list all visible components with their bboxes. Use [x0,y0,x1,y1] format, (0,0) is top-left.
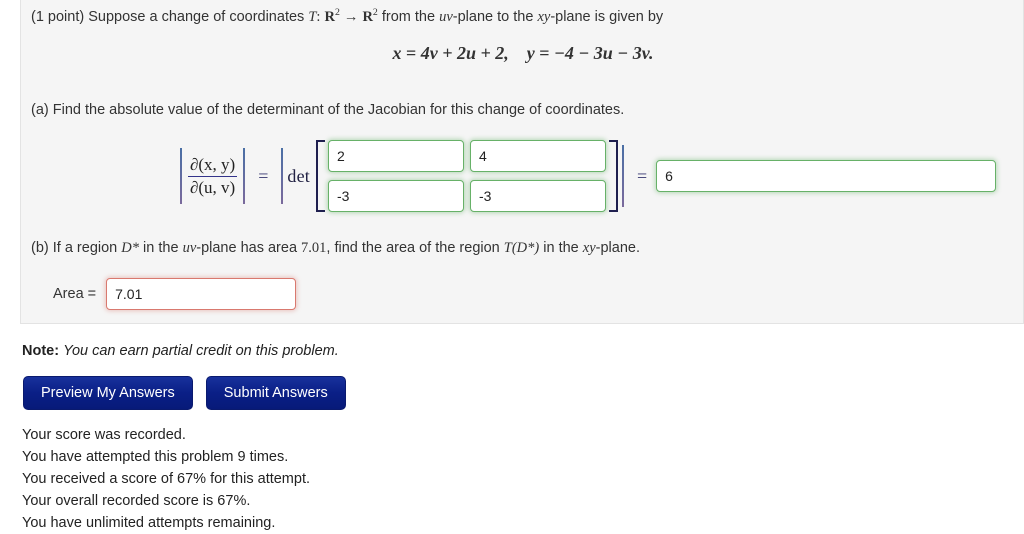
part-b-uv-plane-symbol: uv [182,240,197,256]
equals-sign-one: = [258,165,269,186]
part-b-label-pre: (b) If a region [31,240,118,256]
note-bold-prefix: Note: [22,343,60,359]
jacobian-equation-row: ∂(x, y) ∂(u, v) = det = [176,140,997,212]
statement-mid: from the [381,8,436,25]
part-b-label-mid-four: in the [543,240,579,256]
part-b-xy-plane-symbol: xy [582,240,596,256]
preview-my-answers-button[interactable]: Preview My Answers [23,376,193,410]
part-b-label-mid-two: -plane has area [196,240,298,256]
uv-plane-symbol: uv [439,8,453,25]
abs-bar-close-left [243,148,246,204]
jacobian-result-input[interactable] [656,160,997,192]
plane-suffix-two: -plane is given by [550,8,664,25]
matrix-cell-r1c2-input[interactable] [469,140,606,172]
codomain-space: R [362,8,373,25]
part-b-label-mid-three: , find the area of the region [326,240,500,256]
d-star-symbol: D* [121,240,140,256]
area-answer-row: Area = [53,278,297,310]
matrix-cell-r2c1-input[interactable] [327,180,464,212]
plane-suffix-one: -plane to the [452,8,534,25]
display-equation: x = 4v + 2u + 2, y = −4 − 3u − 3v. [21,40,1024,66]
equation-y-rhs: −4 − 3u − 3v. [553,43,654,63]
t-d-star-symbol: T(D*) [503,240,540,256]
jacobian-fraction: ∂(x, y) ∂(u, v) [186,155,239,197]
jacobian-denominator: ∂(u, v) [188,175,238,197]
statement-prefix: Suppose a change of coordinates [88,8,305,25]
answer-button-bar: Preview My Answers Submit Answers [23,376,346,410]
arrow-symbol: → [343,8,359,25]
equation-y-symbol: y [526,43,535,63]
score-message-line: You have unlimited attempts remaining. [22,515,276,532]
submit-answers-button[interactable]: Submit Answers [205,376,346,410]
score-message-line: Your overall recorded score is 67%. [22,493,251,510]
equation-equals-one: = [405,43,417,63]
problem-statement: (1 point) Suppose a change of coordinate… [31,6,663,28]
codomain-exponent: 2 [372,7,378,18]
matrix-bracket-left [315,140,325,212]
part-a-label: (a) Find the absolute value of the deter… [31,102,625,118]
score-message-line: You have attempted this problem 9 times. [22,449,289,466]
abs-bar-open-left [180,148,182,204]
equation-x-rhs: 4v + 2u + 2, [420,43,509,63]
det-label: det [287,165,310,186]
equation-equals-two: = [539,43,550,63]
matrix-cell-r1c1-input[interactable] [327,140,464,172]
note-italic-text: You can earn partial credit on this prob… [63,343,339,359]
abs-bar-close-det [621,145,624,207]
score-message-line: You received a score of 67% for this att… [22,471,311,488]
part-b-area-value: 7.01 [301,240,327,256]
problem-panel: (1 point) Suppose a change of coordinate… [20,0,1024,324]
domain-space: R [324,8,335,25]
score-messages: Your score was recorded. You have attemp… [22,424,310,534]
matrix-cell-r2c2-input[interactable] [469,180,606,212]
equation-x-symbol: x [392,43,402,63]
area-answer-input[interactable] [106,278,297,310]
part-b-label: (b) If a region D* in the uv-plane has a… [31,238,640,259]
partial-credit-note: Note: You can earn partial credit on thi… [22,343,339,359]
abs-bar-open-det [281,148,284,204]
equals-sign-two: = [636,165,648,186]
part-b-label-mid-one: in the [143,240,179,256]
score-message-line: Your score was recorded. [22,427,186,443]
part-b-label-end: -plane. [595,240,640,256]
jacobian-numerator: ∂(x, y) [190,154,236,174]
matrix-input-grid [325,140,609,212]
domain-exponent: 2 [334,7,340,18]
points-label: (1 point) [31,8,85,25]
area-label: Area = [53,286,97,302]
colon-symbol: : [316,8,321,25]
matrix-bracket-right [608,140,618,212]
xy-plane-symbol: xy [537,8,551,25]
